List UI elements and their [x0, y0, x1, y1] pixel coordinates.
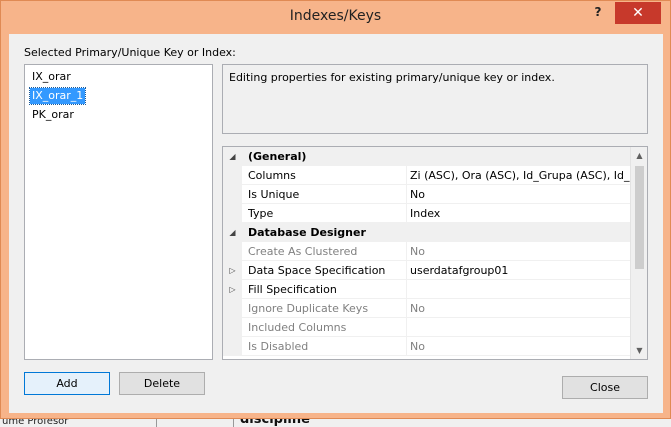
close-button[interactable]: Close: [562, 376, 648, 399]
property-value[interactable]: No: [406, 242, 630, 261]
property-grid[interactable]: ◢ (General) Columns Zi (ASC), Ora (ASC),…: [222, 146, 648, 360]
delete-button[interactable]: Delete: [119, 372, 205, 395]
property-row-is-unique[interactable]: Is Unique No: [223, 185, 630, 204]
property-category-database-designer[interactable]: ◢ Database Designer: [223, 223, 630, 242]
collapse-icon[interactable]: ◢: [223, 223, 242, 242]
property-value[interactable]: [406, 318, 630, 337]
property-row-create-as-clustered[interactable]: Create As Clustered No: [223, 242, 630, 261]
property-row-data-space-specification[interactable]: ▷ Data Space Specification userdatafgrou…: [223, 261, 630, 280]
property-name: Data Space Specification: [248, 264, 386, 277]
property-name: Is Disabled: [248, 340, 309, 353]
property-grid-scrollbar[interactable]: ▲ ▼: [630, 147, 647, 359]
indexes-keys-dialog: Indexes/Keys ? ✕ Selected Primary/Unique…: [0, 0, 671, 419]
property-value[interactable]: [406, 280, 630, 299]
expand-icon[interactable]: ▷: [223, 261, 242, 280]
scroll-thumb[interactable]: [635, 166, 644, 269]
help-button[interactable]: ?: [587, 5, 609, 23]
property-row-fill-specification[interactable]: ▷ Fill Specification: [223, 280, 630, 299]
property-row-type[interactable]: Type Index: [223, 204, 630, 223]
property-value[interactable]: Zi (ASC), Ora (ASC), Id_Grupa (ASC), Id_…: [406, 166, 630, 185]
property-name: Ignore Duplicate Keys: [248, 302, 369, 315]
property-value[interactable]: userdatafgroup01: [406, 261, 630, 280]
key-list[interactable]: IX_orar IX_orar_1 PK_orar: [24, 64, 213, 360]
property-name: Type: [248, 207, 274, 220]
scroll-up-icon[interactable]: ▲: [631, 147, 647, 164]
property-row-ignore-duplicate-keys[interactable]: Ignore Duplicate Keys No: [223, 299, 630, 318]
property-row-included-columns[interactable]: Included Columns: [223, 318, 630, 337]
property-value[interactable]: No: [406, 337, 630, 356]
property-value[interactable]: No: [406, 185, 630, 204]
category-name: Database Designer: [248, 226, 366, 239]
key-list-item-selected[interactable]: IX_orar_1: [28, 87, 87, 105]
property-name: Create As Clustered: [248, 245, 358, 258]
title-bar[interactable]: Indexes/Keys ? ✕: [1, 1, 670, 34]
description-text: Editing properties for existing primary/…: [229, 71, 555, 84]
dialog-title: Indexes/Keys: [289, 8, 382, 24]
add-button[interactable]: Add: [24, 372, 110, 395]
property-row-is-disabled[interactable]: Is Disabled No: [223, 337, 630, 356]
close-window-button[interactable]: ✕: [615, 2, 661, 24]
property-name: Columns: [248, 169, 296, 182]
property-value[interactable]: No: [406, 299, 630, 318]
property-name: Is Unique: [248, 188, 300, 201]
property-name: Fill Specification: [248, 283, 337, 296]
category-name: (General): [248, 150, 307, 163]
description-panel: Editing properties for existing primary/…: [222, 64, 648, 134]
scroll-down-icon[interactable]: ▼: [631, 342, 647, 359]
property-name: Included Columns: [248, 321, 347, 334]
property-value[interactable]: Index: [406, 204, 630, 223]
property-category-general[interactable]: ◢ (General): [223, 147, 630, 166]
dialog-body: Selected Primary/Unique Key or Index: IX…: [9, 34, 663, 413]
key-list-item[interactable]: PK_orar: [30, 107, 76, 123]
key-list-label: Selected Primary/Unique Key or Index:: [24, 46, 236, 59]
collapse-icon[interactable]: ◢: [223, 147, 242, 166]
property-row-columns[interactable]: Columns Zi (ASC), Ora (ASC), Id_Grupa (A…: [223, 166, 630, 185]
key-list-item[interactable]: IX_orar: [30, 69, 73, 85]
expand-icon[interactable]: ▷: [223, 280, 242, 299]
